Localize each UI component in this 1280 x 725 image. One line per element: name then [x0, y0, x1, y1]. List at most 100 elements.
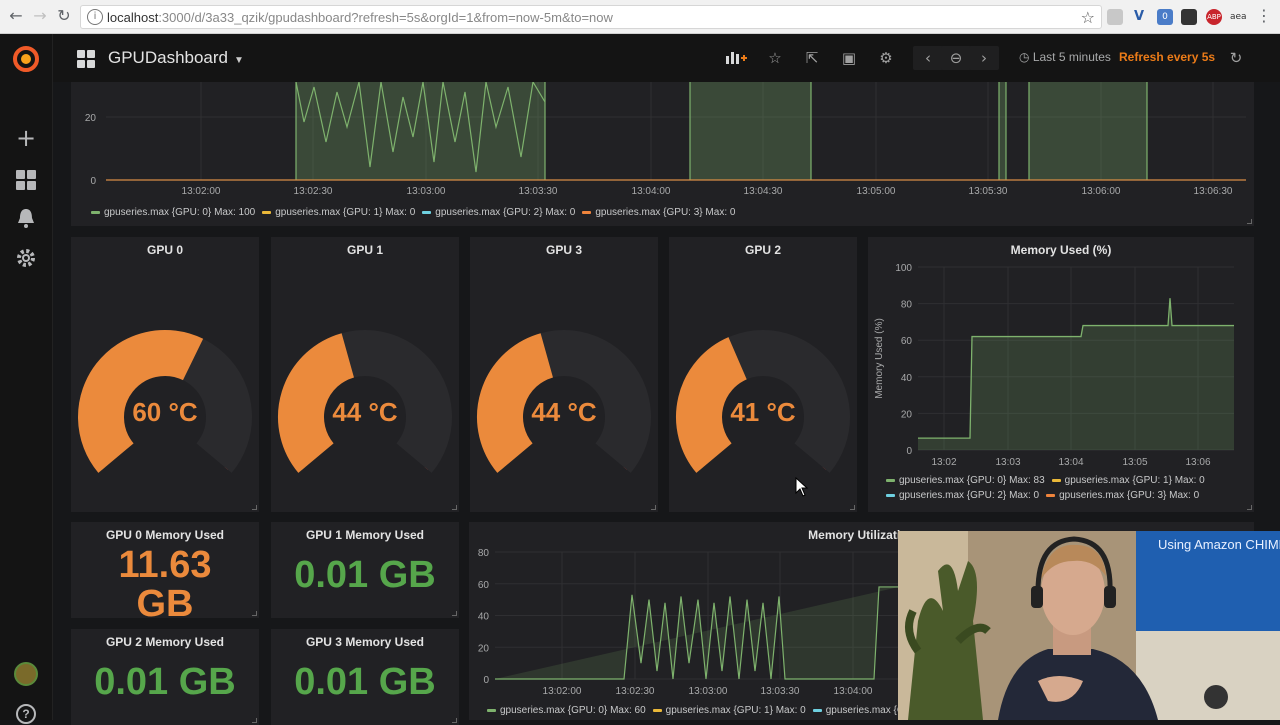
legend-item[interactable]: gpuseries.max {GPU: 3} Max: 0 [582, 207, 735, 218]
legend-stat: Max: 0 [775, 705, 806, 716]
vimium-icon[interactable]: V [1131, 9, 1147, 25]
panel-resize-handle[interactable] [252, 505, 257, 510]
back-icon[interactable]: ← [6, 6, 26, 26]
grafana-logo-icon[interactable] [11, 44, 41, 74]
panel-resize-handle[interactable] [452, 611, 457, 616]
memory-used-graph[interactable]: 100 80 60 40 20 0 13:02 13:03 13:04 13:05 13:06 Mem… [868, 257, 1254, 497]
legend-item[interactable]: gpuseries.max {GPU: 0} Max: 100 [91, 207, 255, 218]
aea-extension-icon[interactable]: aea [1230, 9, 1247, 25]
gpu-utilization-graph[interactable]: 13:02:00 13:02:30 13:03:00 13:03:30 13:04:00… [71, 82, 1254, 226]
time-shift-forward-icon[interactable]: › [969, 46, 999, 70]
panel-resize-handle[interactable] [252, 718, 257, 723]
x-tick-label: 13:02:00 [182, 186, 221, 197]
panel-resize-handle[interactable] [1247, 505, 1252, 510]
reload-icon[interactable]: ↻ [54, 6, 74, 26]
settings-gear-icon[interactable]: ⚙ [871, 46, 901, 70]
panel-resize-handle[interactable] [1247, 219, 1252, 224]
legend-label: gpuseries.max {GPU: 0} [500, 705, 608, 716]
gauge-value: 41 °C [730, 397, 796, 427]
panel-title[interactable]: GPU 2 [669, 243, 857, 257]
legend-item[interactable]: gpuseries.max {GPU: 1} Max: 0 [652, 705, 806, 716]
gauge-panel: GPU 2 41 °C [669, 237, 857, 512]
time-range-text: Last 5 minutes [1032, 50, 1111, 64]
legend-item[interactable]: gpuseries.max {GPU: 2} Max: 0 [886, 490, 1039, 501]
series-area [690, 82, 811, 180]
x-tick-label: 13:03:30 [761, 686, 800, 697]
legend-item[interactable]: gpuseries.max {GPU: 1} Max: 0 [1051, 475, 1205, 486]
panel-title[interactable]: GPU 0 Memory Used [71, 528, 259, 542]
alerting-bell-icon[interactable] [14, 206, 38, 230]
x-tick-label: 13:04:00 [632, 186, 671, 197]
y-tick-label: 40 [901, 373, 913, 384]
adblock-icon[interactable]: ABP [1206, 9, 1222, 25]
browser-toolbar: ← → ↻ i localhost:3000/d/3a33_qzik/gpuda… [0, 0, 1280, 34]
y-tick-label: 20 [901, 409, 913, 420]
panel-title[interactable]: GPU 3 Memory Used [271, 635, 459, 649]
legend-item[interactable]: gpuseries.max {GPU: 0} Max: 60 [487, 705, 646, 716]
panel-title[interactable]: GPU 3 [470, 243, 658, 257]
help-icon[interactable]: ? [16, 704, 36, 724]
time-shift-back-icon[interactable]: ‹ [913, 46, 943, 70]
panel-resize-handle[interactable] [452, 718, 457, 723]
series-line [495, 586, 899, 680]
create-plus-icon[interactable]: + [14, 126, 38, 150]
legend-stat: Max: 100 [214, 207, 256, 218]
panel-title[interactable]: Memory Used (%) [868, 243, 1254, 257]
x-tick-label: 13:04:00 [834, 686, 873, 697]
add-panel-icon[interactable] [720, 46, 750, 70]
series-area [1029, 82, 1147, 180]
gauge-panel: GPU 0 60 °C [71, 237, 259, 512]
dashboard-title[interactable]: GPUDashboard ▼ [108, 48, 244, 68]
menu-icon[interactable]: ⋮ [1254, 6, 1274, 26]
legend-item[interactable]: gpuseries.max {GPU: 2} Max: 0 [422, 207, 575, 218]
panel-resize-handle[interactable] [252, 611, 257, 616]
zoom-out-icon[interactable]: ⊖ [941, 46, 971, 70]
legend-stat: Max: 0 [385, 207, 416, 218]
series-area [918, 298, 1234, 450]
dashboards-icon[interactable] [14, 168, 38, 192]
slide-title: Using Amazon CHIME [1158, 537, 1280, 552]
time-range-picker[interactable]: ◷ Last 5 minutes [1019, 50, 1111, 64]
save-icon[interactable]: ▣ [834, 46, 864, 70]
legend-stat: Max: 0 [705, 207, 736, 218]
legend-swatch [487, 708, 496, 712]
share-icon[interactable]: ⇱ [797, 46, 827, 70]
panel-title[interactable]: GPU 1 [271, 243, 459, 257]
panel-title[interactable]: GPU 0 [71, 243, 259, 257]
panel-title[interactable]: GPU 2 Memory Used [71, 635, 259, 649]
user-avatar[interactable] [14, 662, 38, 686]
star-icon[interactable]: ☆ [760, 46, 790, 70]
extension-icon[interactable] [1107, 9, 1123, 25]
extension-dark-icon[interactable] [1181, 9, 1197, 25]
extension-badge-icon[interactable]: 0 [1157, 9, 1173, 25]
gpu-utilization-graph-panel: 13:02:00 13:02:30 13:03:00 13:03:30 13:04:00… [71, 82, 1254, 226]
panel-resize-handle[interactable] [452, 505, 457, 510]
panel-resize-handle[interactable] [850, 505, 855, 510]
x-tick-label: 13:03:00 [407, 186, 446, 197]
legend-item[interactable]: gpuseries.max {GPU: 0} Max: 83 [886, 475, 1045, 486]
bookmark-star-icon[interactable]: ☆ [1081, 8, 1095, 27]
legend-item[interactable]: gpuseries.max {GPU: 1} Max: 0 [262, 207, 415, 218]
info-icon[interactable]: i [87, 9, 103, 25]
mouse-cursor-icon [795, 477, 809, 497]
chevron-down-icon: ▼ [234, 55, 244, 66]
forward-icon[interactable]: → [30, 6, 50, 26]
memory-utilization-legend: gpuseries.max {GPU: 0} Max: 60 gpuseries.… [487, 705, 940, 716]
legend-item[interactable]: gpuseries.max {GPU: 3} Max: 0 [1046, 490, 1199, 501]
panel-title[interactable]: GPU 1 Memory Used [271, 528, 459, 542]
address-bar[interactable]: i localhost:3000/d/3a33_qzik/gpudashboar… [80, 5, 1102, 29]
configuration-gear-icon[interactable] [14, 246, 38, 270]
panel-resize-handle[interactable] [651, 505, 656, 510]
x-tick-label: 13:02:30 [294, 186, 333, 197]
dashboard-grid-icon[interactable] [77, 50, 95, 68]
refresh-icon[interactable]: ↻ [1221, 46, 1251, 70]
x-tick-label: 13:02 [931, 457, 956, 468]
legend-label: gpuseries.max {GPU: 3} [595, 207, 703, 218]
x-tick-label: 13:06:30 [1194, 186, 1233, 197]
y-tick-label: 80 [478, 548, 490, 559]
dashboard-navbar: GPUDashboard ▼ ☆ ⇱ ▣ ⚙ ‹ ⊖ › ◷ Last 5 min… [53, 34, 1280, 82]
y-tick-label: 60 [901, 336, 913, 347]
gauge-value: 44 °C [332, 397, 398, 427]
refresh-interval[interactable]: Refresh every 5s [1119, 50, 1215, 64]
url-text[interactable]: localhost:3000/d/3a33_qzik/gpudashboard?… [107, 10, 613, 25]
